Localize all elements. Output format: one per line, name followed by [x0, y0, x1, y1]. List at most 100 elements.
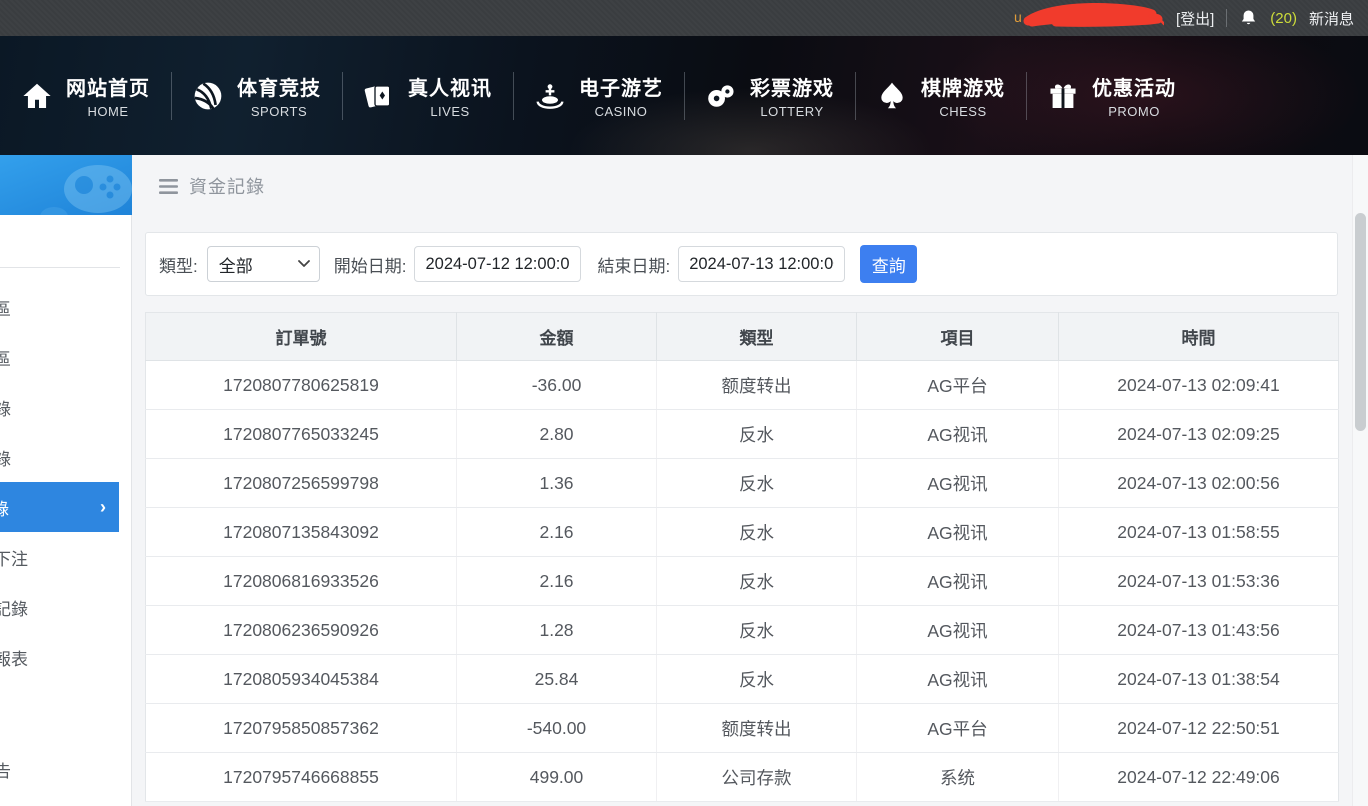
end-date-label: 結束日期: — [597, 252, 670, 277]
nav-item-promo[interactable]: 优惠活动 PROMO — [1026, 61, 1197, 131]
sidebar-item[interactable]: 錄 — [0, 432, 131, 482]
sidebar-item[interactable]: 告 — [0, 744, 131, 794]
nav-item-label-zh: 棋牌游戏 — [921, 72, 1005, 101]
new-message-link[interactable]: 新消息 — [1309, 8, 1354, 29]
cell-amount: 2.16 — [457, 508, 657, 557]
cell-type: 反水 — [657, 410, 857, 459]
sidebar-item[interactable]: 記錄 — [0, 582, 131, 632]
cell-project: 系统 — [857, 753, 1059, 802]
nav-item-label-zh: 真人视讯 — [408, 72, 492, 101]
table-body: 1720807780625819 -36.00 额度转出 AG平台 2024-0… — [146, 361, 1339, 802]
sidebar-item-label: 錄 — [0, 395, 11, 420]
cell-amount: 2.80 — [457, 410, 657, 459]
end-date-input[interactable] — [678, 246, 845, 282]
table-row: 1720806236590926 1.28 反水 AG视讯 2024-07-13… — [146, 606, 1339, 655]
cell-order-id: 1720807780625819 — [146, 361, 457, 410]
bell-icon[interactable] — [1239, 8, 1258, 28]
cell-time: 2024-07-13 01:38:54 — [1059, 655, 1339, 704]
nav-item-label-en: HOME — [88, 104, 129, 119]
sidebar-item[interactable]: 區 — [0, 282, 131, 332]
vertical-scrollbar[interactable] — [1352, 155, 1368, 806]
table-row: 1720807780625819 -36.00 额度转出 AG平台 2024-0… — [146, 361, 1339, 410]
cell-order-id: 1720806236590926 — [146, 606, 457, 655]
nav-item-label-zh: 电子游艺 — [579, 72, 663, 101]
chevron-right-icon: › — [100, 498, 106, 516]
sidebar-item[interactable]: 報表 — [0, 632, 131, 682]
sports-ball-icon — [192, 80, 224, 112]
home-icon — [21, 80, 53, 112]
cell-amount: 1.36 — [457, 459, 657, 508]
gamepad-graphic — [36, 159, 132, 215]
sidebar-item[interactable]: 錄 › — [0, 482, 119, 532]
nav-item-chess[interactable]: 棋牌游戏 CHESS — [855, 61, 1026, 131]
start-date-input[interactable] — [414, 246, 581, 282]
cell-amount: 499.00 — [457, 753, 657, 802]
nav-item-label-en: SPORTS — [251, 104, 307, 119]
cell-type: 反水 — [657, 557, 857, 606]
nav-item-casino[interactable]: 电子游艺 CASINO — [513, 61, 684, 131]
cell-order-id: 1720807765033245 — [146, 410, 457, 459]
topbar-divider — [1226, 9, 1227, 27]
cell-type: 公司存款 — [657, 753, 857, 802]
start-date-label: 開始日期: — [334, 252, 407, 277]
nav-item-label-en: LIVES — [430, 104, 469, 119]
cell-type: 额度转出 — [657, 361, 857, 410]
cell-type: 额度转出 — [657, 704, 857, 753]
search-button[interactable]: 查詢 — [860, 245, 917, 283]
cell-type: 反水 — [657, 606, 857, 655]
redacted-username: u — [1014, 3, 1164, 33]
playing-cards-icon — [363, 80, 395, 112]
table-row: 1720807765033245 2.80 反水 AG视讯 2024-07-13… — [146, 410, 1339, 459]
cell-time: 2024-07-13 01:43:56 — [1059, 606, 1339, 655]
column-header: 訂單號 — [146, 313, 457, 361]
nav-item-sports[interactable]: 体育竞技 SPORTS — [171, 61, 342, 131]
cell-project: AG视讯 — [857, 410, 1059, 459]
sidebar-item[interactable]: 下注 — [0, 532, 131, 582]
sidebar: 區 區 錄 錄 錄 › 下注 記錄 報表 告 — [0, 215, 132, 806]
cell-type: 反水 — [657, 508, 857, 557]
table-row: 1720807256599798 1.36 反水 AG视讯 2024-07-13… — [146, 459, 1339, 508]
main-nav: 网站首页 HOME 体育竞技 SPORTS 真人视讯 LIVES 电子游艺 CA… — [0, 36, 1368, 155]
sidebar-item-label: 區 — [0, 345, 11, 370]
hamburger-icon[interactable] — [159, 179, 178, 194]
funds-record-table: 訂單號金額類型項目時間 1720807780625819 -36.00 额度转出… — [145, 312, 1339, 802]
table-header-row: 訂單號金額類型項目時間 — [146, 313, 1339, 361]
nav-item-label-zh: 优惠活动 — [1092, 72, 1176, 101]
column-header: 項目 — [857, 313, 1059, 361]
table-row: 1720807135843092 2.16 反水 AG视讯 2024-07-13… — [146, 508, 1339, 557]
cell-project: AG平台 — [857, 361, 1059, 410]
cell-time: 2024-07-13 02:09:25 — [1059, 410, 1339, 459]
sidebar-item[interactable]: 區 — [0, 332, 131, 382]
sidebar-item-label: 錄 — [0, 445, 11, 470]
nav-item-label-zh: 彩票游戏 — [750, 72, 834, 101]
nav-item-label-en: PROMO — [1108, 104, 1160, 119]
page-title: 資金記錄 — [189, 173, 265, 199]
nav-item-label-en: CHESS — [939, 104, 986, 119]
cell-time: 2024-07-13 01:53:36 — [1059, 557, 1339, 606]
type-select[interactable]: 全部 — [207, 246, 320, 282]
cell-amount: -36.00 — [457, 361, 657, 410]
sidebar-item-label: 報表 — [0, 645, 28, 670]
page-header: 資金記錄 — [132, 155, 1352, 217]
logout-link[interactable]: [登出] — [1176, 8, 1214, 29]
type-label: 類型: — [159, 252, 198, 277]
cell-order-id: 1720805934045384 — [146, 655, 457, 704]
red-scribble — [1020, 3, 1164, 33]
scrollbar-thumb[interactable] — [1355, 213, 1366, 431]
sidebar-item-label: 區 — [0, 295, 11, 320]
nav-item-lives[interactable]: 真人视讯 LIVES — [342, 61, 513, 131]
column-header: 時間 — [1059, 313, 1339, 361]
nav-item-lottery[interactable]: 彩票游戏 LOTTERY — [684, 61, 855, 131]
nav-item-home[interactable]: 网站首页 HOME — [0, 61, 171, 131]
nav-item-label-zh: 网站首页 — [66, 72, 150, 101]
cell-amount: 1.28 — [457, 606, 657, 655]
sidebar-item[interactable]: 錄 — [0, 382, 131, 432]
table-row: 1720806816933526 2.16 反水 AG视讯 2024-07-13… — [146, 557, 1339, 606]
cell-project: AG视讯 — [857, 508, 1059, 557]
cell-time: 2024-07-12 22:49:06 — [1059, 753, 1339, 802]
sidebar-item-label: 錄 — [0, 495, 9, 520]
cell-order-id: 1720806816933526 — [146, 557, 457, 606]
cell-order-id: 1720807256599798 — [146, 459, 457, 508]
cell-project: AG视讯 — [857, 557, 1059, 606]
cell-type: 反水 — [657, 459, 857, 508]
